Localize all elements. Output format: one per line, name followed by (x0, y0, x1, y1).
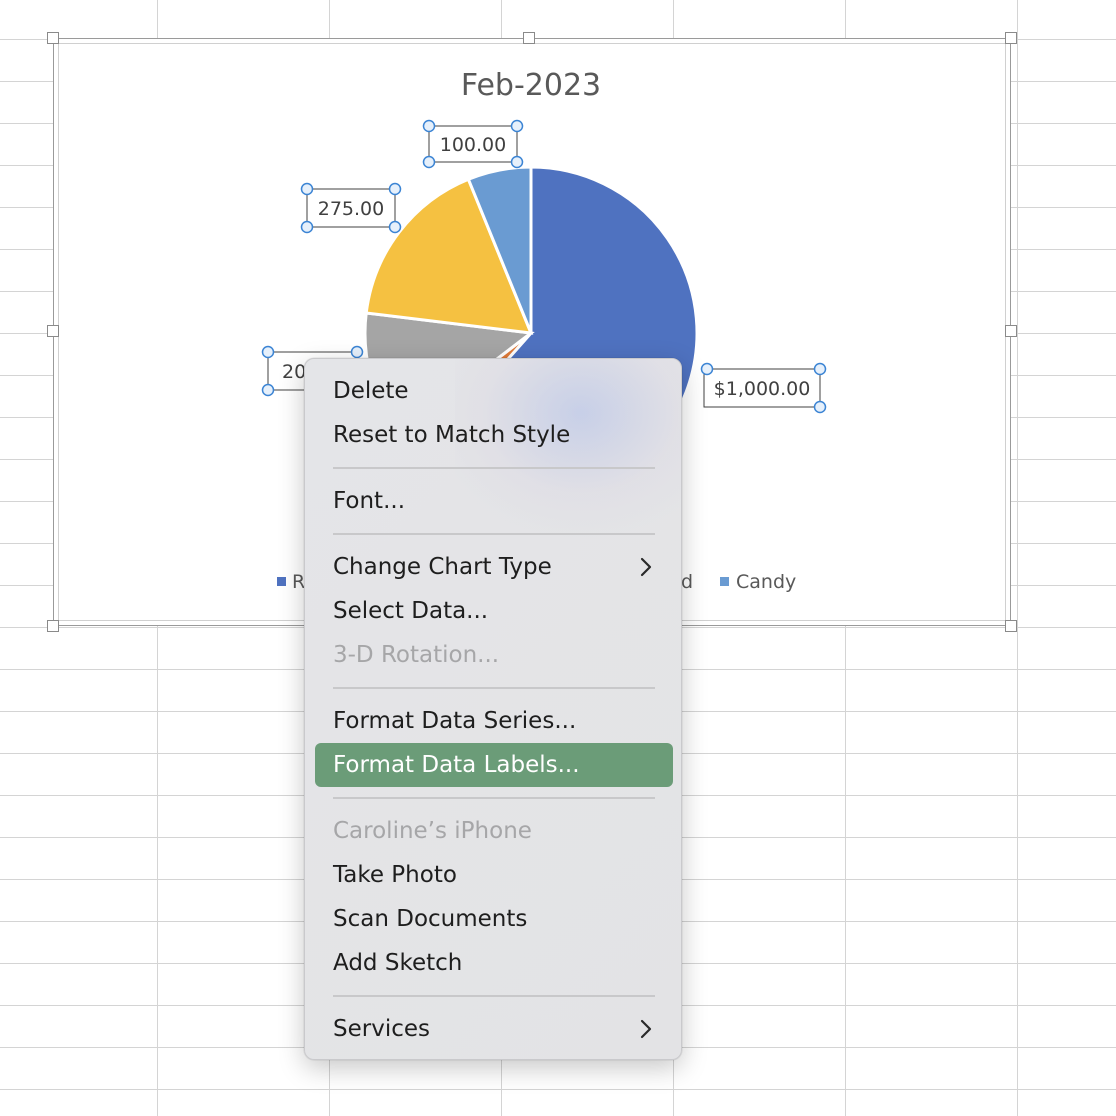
menu-item-label: Add Sketch (333, 950, 463, 976)
menu-separator (333, 533, 655, 535)
legend-swatch-3 (720, 577, 729, 586)
menu-item-3d-rotation: 3-D Rotation... (315, 633, 673, 677)
menu-item-add-sketch[interactable]: Add Sketch (315, 941, 673, 985)
menu-item-label: Take Photo (333, 862, 457, 888)
menu-item-label: Format Data Series... (333, 708, 577, 734)
menu-item-label: Format Data Labels... (333, 752, 580, 778)
menu-item-font[interactable]: Font... (315, 479, 673, 523)
menu-item-scan-documents[interactable]: Scan Documents (315, 897, 673, 941)
menu-section-header-device: Caroline’s iPhone (315, 809, 673, 853)
menu-separator (333, 995, 655, 997)
menu-item-label: Services (333, 1016, 430, 1042)
menu-item-format-data-series[interactable]: Format Data Series... (315, 699, 673, 743)
data-label-slice-1[interactable]: $1,000.00 (703, 368, 821, 408)
menu-item-services[interactable]: Services (315, 1007, 673, 1051)
menu-item-label: Delete (333, 378, 409, 404)
legend-label-3[interactable]: Candy (736, 571, 796, 593)
data-label-text-slice-1: $1,000.00 (714, 378, 811, 400)
menu-item-label: Caroline’s iPhone (333, 818, 532, 844)
menu-item-label: 3-D Rotation... (333, 642, 500, 668)
legend-swatch-1 (277, 577, 286, 586)
menu-item-change-chart-type[interactable]: Change Chart Type (315, 545, 673, 589)
legend-label-2[interactable]: d (681, 571, 693, 593)
context-menu: Delete Reset to Match Style Font... Chan… (304, 358, 682, 1060)
chevron-right-icon (640, 557, 652, 577)
menu-item-take-photo[interactable]: Take Photo (315, 853, 673, 897)
menu-item-select-data[interactable]: Select Data... (315, 589, 673, 633)
menu-item-label: Select Data... (333, 598, 489, 624)
menu-separator (333, 797, 655, 799)
data-label-text-slice-5: 100.00 (440, 134, 506, 156)
chart-title[interactable]: Feb-2023 (461, 68, 601, 103)
menu-item-label: Font... (333, 488, 406, 514)
menu-item-label: Change Chart Type (333, 554, 552, 580)
menu-item-format-data-labels[interactable]: Format Data Labels... (315, 743, 673, 787)
data-label-text-slice-3: 20 (282, 361, 306, 383)
data-label-slice-4[interactable]: 275.00 (306, 188, 396, 228)
menu-item-label: Scan Documents (333, 906, 528, 932)
menu-separator (333, 467, 655, 469)
menu-separator (333, 687, 655, 689)
data-label-text-slice-4: 275.00 (318, 198, 384, 220)
chevron-right-icon (640, 1019, 652, 1039)
menu-item-reset-to-match-style[interactable]: Reset to Match Style (315, 413, 673, 457)
menu-item-label: Reset to Match Style (333, 422, 571, 448)
menu-item-delete[interactable]: Delete (315, 369, 673, 413)
data-label-slice-5[interactable]: 100.00 (428, 125, 518, 163)
